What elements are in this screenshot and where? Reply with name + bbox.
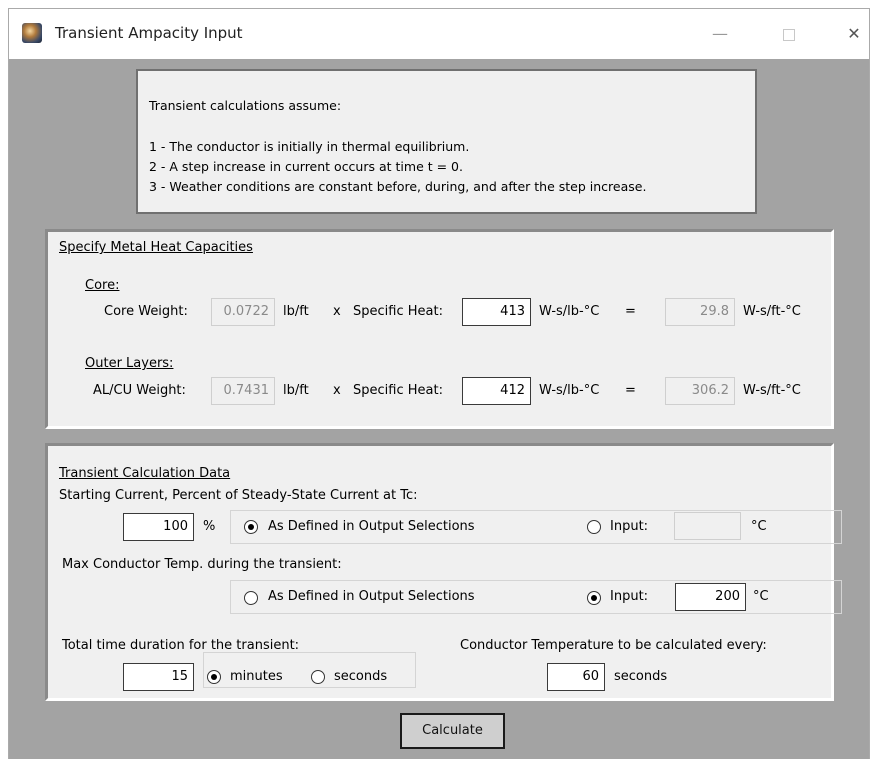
- title-bar: Transient Ampacity Input — ✕: [9, 9, 869, 59]
- outer-specific-heat-unit: W-s/lb-°C: [539, 383, 600, 398]
- outer-equals-sign: =: [625, 383, 636, 398]
- transient-ampacity-window: Transient Ampacity Input — ✕ Transient c…: [8, 8, 870, 759]
- max-temp-label: Max Conductor Temp. during the transient…: [62, 557, 342, 572]
- outer-multiply-sign: x: [333, 383, 341, 398]
- assumption-2: 2 - A step increase in current occurs at…: [149, 159, 463, 174]
- core-result-field: 29.8: [665, 298, 735, 326]
- core-weight-field: 0.0722: [211, 298, 275, 326]
- outer-result-field: 306.2: [665, 377, 735, 405]
- duration-input[interactable]: 15: [123, 663, 194, 691]
- interval-unit: seconds: [614, 669, 668, 684]
- core-specific-heat-unit: W-s/lb-°C: [539, 304, 600, 319]
- maximize-button[interactable]: [766, 19, 812, 49]
- core-specific-heat-label: Specific Heat:: [353, 304, 443, 319]
- outer-weight-field: 0.7431: [211, 377, 275, 405]
- app-icon: [22, 23, 42, 43]
- transient-data-title: Transient Calculation Data: [59, 466, 231, 481]
- max-temp-defined-radio[interactable]: [244, 591, 258, 605]
- starting-current-defined-label: As Defined in Output Selections: [268, 519, 475, 534]
- minimize-button[interactable]: —: [697, 19, 743, 49]
- outer-weight-unit: lb/ft: [283, 383, 309, 398]
- core-result-unit: W-s/ft-°C: [743, 304, 801, 319]
- starting-current-temp-field: [674, 512, 741, 540]
- assumption-3: 3 - Weather conditions are constant befo…: [149, 179, 647, 194]
- close-button[interactable]: ✕: [831, 19, 877, 49]
- max-temp-input[interactable]: 200: [675, 583, 746, 611]
- outer-result-unit: W-s/ft-°C: [743, 383, 801, 398]
- dialog-content: Transient calculations assume: 1 - The c…: [9, 59, 869, 759]
- outer-weight-label: AL/CU Weight:: [93, 383, 186, 398]
- assumptions-box: Transient calculations assume: 1 - The c…: [136, 69, 757, 214]
- max-temp-defined-label: As Defined in Output Selections: [268, 589, 475, 604]
- starting-current-label: Starting Current, Percent of Steady-Stat…: [59, 488, 418, 503]
- core-multiply-sign: x: [333, 304, 341, 319]
- max-temp-unit: °C: [753, 589, 769, 604]
- duration-minutes-radio[interactable]: [207, 670, 221, 684]
- starting-current-defined-radio[interactable]: [244, 520, 258, 534]
- duration-minutes-label: minutes: [230, 669, 283, 684]
- starting-current-input[interactable]: 100: [123, 513, 194, 541]
- core-specific-heat-input[interactable]: 413: [462, 298, 531, 326]
- starting-current-unit: %: [203, 519, 216, 534]
- outer-specific-heat-input[interactable]: 412: [462, 377, 531, 405]
- assumptions-heading: Transient calculations assume:: [149, 98, 342, 113]
- starting-current-input-label: Input:: [610, 519, 649, 534]
- max-temp-input-radio[interactable]: [587, 591, 601, 605]
- duration-seconds-radio[interactable]: [311, 670, 325, 684]
- maximize-icon: [783, 28, 795, 41]
- window-title: Transient Ampacity Input: [55, 24, 243, 42]
- core-weight-unit: lb/ft: [283, 304, 309, 319]
- core-label: Core:: [85, 278, 120, 293]
- calculate-button[interactable]: Calculate: [400, 713, 505, 749]
- duration-seconds-label: seconds: [334, 669, 388, 684]
- starting-current-input-radio[interactable]: [587, 520, 601, 534]
- starting-current-temp-unit: °C: [751, 519, 767, 534]
- outer-layers-label: Outer Layers:: [85, 356, 174, 371]
- max-temp-input-label: Input:: [610, 589, 649, 604]
- heat-capacities-title: Specify Metal Heat Capacities: [59, 240, 253, 255]
- interval-input[interactable]: 60: [547, 663, 605, 691]
- core-equals-sign: =: [625, 304, 636, 319]
- interval-label: Conductor Temperature to be calculated e…: [460, 638, 767, 653]
- duration-label: Total time duration for the transient:: [62, 638, 300, 653]
- core-weight-label: Core Weight:: [104, 304, 188, 319]
- assumption-1: 1 - The conductor is initially in therma…: [149, 139, 470, 154]
- outer-specific-heat-label: Specific Heat:: [353, 383, 443, 398]
- transient-data-panel: Transient Calculation Data Starting Curr…: [45, 443, 842, 701]
- heat-capacities-panel: Specify Metal Heat Capacities Core: Core…: [45, 229, 834, 429]
